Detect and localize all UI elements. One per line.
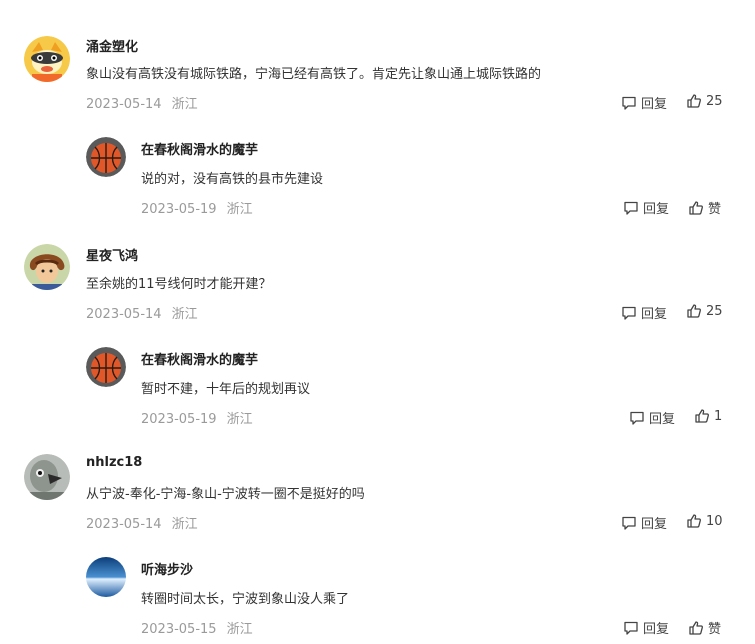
reply-meta: 2023-05-19 浙江 (141, 408, 253, 427)
reply-button[interactable]: 回复 (623, 198, 669, 217)
comment-bubble-icon (622, 306, 636, 320)
reply-date: 2023-05-15 (141, 622, 217, 637)
reply-text: 暂时不建，十年后的规划再议 (141, 382, 311, 397)
reply-label: 回复 (641, 97, 668, 112)
thumbs-up-icon (687, 514, 701, 528)
reply-button[interactable]: 回复 (629, 408, 675, 427)
raccoon-avatar-icon (24, 36, 70, 82)
reply-username[interactable]: 在春秋阁滑水的魔芋 (141, 139, 258, 158)
user-avatar[interactable] (24, 36, 70, 82)
comment-date: 2023-05-14 (86, 97, 162, 112)
comment-date: 2023-05-14 (86, 307, 162, 322)
thumbs-up-icon (695, 409, 709, 423)
reply-label: 回复 (643, 622, 670, 637)
reply-location: 浙江 (226, 202, 253, 217)
like-count: 赞 (708, 622, 722, 637)
reply-avatar[interactable] (86, 557, 126, 597)
like-count: 25 (706, 303, 723, 319)
basketball-avatar-icon (86, 137, 126, 177)
like-button[interactable]: 10 (686, 513, 723, 529)
like-button[interactable]: 1 (694, 408, 722, 424)
like-count: 1 (714, 408, 723, 424)
username[interactable]: 涌金塑化 (86, 36, 138, 55)
reply-date: 2023-05-19 (141, 202, 217, 217)
reply-date: 2023-05-19 (141, 412, 217, 427)
reply-text: 说的对，没有高铁的县市先建设 (141, 172, 324, 187)
thumbs-up-icon (687, 304, 701, 318)
reply-avatar[interactable] (86, 347, 126, 387)
seascape-avatar-icon (86, 557, 126, 597)
reply-location: 浙江 (226, 412, 253, 427)
like-button[interactable]: 赞 (688, 618, 721, 637)
reply-label: 回复 (649, 412, 676, 427)
warrior-avatar-icon (24, 244, 70, 290)
reply-avatar[interactable] (86, 137, 126, 177)
comment-bubble-icon (624, 201, 638, 215)
like-button[interactable]: 赞 (688, 198, 721, 217)
comment-bubble-icon (622, 96, 636, 110)
comment-meta: 2023-05-14 浙江 (86, 93, 198, 112)
reply-button[interactable]: 回复 (621, 513, 667, 532)
reply-location: 浙江 (226, 622, 253, 637)
reply-button[interactable]: 回复 (621, 93, 667, 112)
username[interactable]: nhlzc18 (86, 455, 142, 470)
like-count: 赞 (708, 202, 722, 217)
thumbs-up-icon (689, 200, 703, 215)
reply-username[interactable]: 在春秋阁滑水的魔芋 (141, 349, 258, 368)
bird-avatar-icon (24, 454, 70, 500)
thumbs-up-icon (687, 94, 701, 108)
comment-bubble-icon (624, 621, 638, 635)
like-count: 10 (706, 513, 723, 529)
comment-location: 浙江 (171, 517, 198, 532)
reply-label: 回复 (641, 307, 668, 322)
comment-meta: 2023-05-14 浙江 (86, 513, 198, 532)
comment-text: 至余姚的11号线何时才能开建？ (86, 277, 272, 292)
reply-meta: 2023-05-15 浙江 (141, 618, 253, 637)
username[interactable]: 星夜飞鸿 (86, 245, 138, 264)
reply-button[interactable]: 回复 (621, 303, 667, 322)
like-button[interactable]: 25 (686, 303, 723, 319)
reply-label: 回复 (643, 202, 670, 217)
reply-meta: 2023-05-19 浙江 (141, 198, 253, 217)
comment-meta: 2023-05-14 浙江 (86, 303, 198, 322)
reply-text: 转圈时间太长，宁波到象山没人乘了 (141, 592, 350, 607)
comment-location: 浙江 (171, 97, 198, 112)
basketball-avatar-icon (86, 347, 126, 387)
user-avatar[interactable] (24, 454, 70, 500)
comment-location: 浙江 (171, 307, 198, 322)
like-count: 25 (706, 93, 723, 109)
comment-text: 象山没有高铁没有城际铁路，宁海已经有高铁了。肯定先让象山通上城际铁路的 (86, 67, 542, 82)
comment-date: 2023-05-14 (86, 517, 162, 532)
thumbs-up-icon (689, 620, 703, 635)
like-button[interactable]: 25 (686, 93, 723, 109)
reply-label: 回复 (641, 517, 668, 532)
user-avatar[interactable] (24, 244, 70, 290)
reply-username[interactable]: 听海步沙 (141, 559, 193, 578)
reply-button[interactable]: 回复 (623, 618, 669, 637)
comment-bubble-icon (622, 516, 636, 530)
comment-text: 从宁波-奉化-宁海-象山-宁波转一圈不是挺好的吗 (86, 487, 365, 502)
comment-bubble-icon (630, 411, 644, 425)
